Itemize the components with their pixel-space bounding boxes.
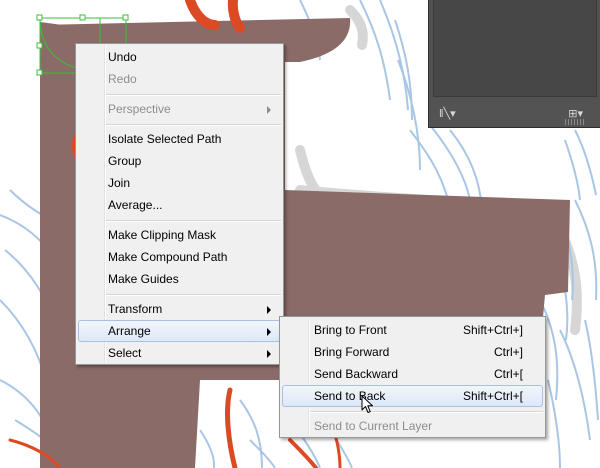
menu-item-transform[interactable]: Transform bbox=[78, 298, 281, 320]
menu-item-average[interactable]: Average... bbox=[78, 194, 281, 216]
submenu-arrow-icon bbox=[267, 350, 271, 358]
menu-item-label: Make Guides bbox=[108, 272, 179, 286]
menu-item-shortcut: Ctrl+[ bbox=[493, 367, 523, 381]
submenu-arrow-icon bbox=[267, 106, 271, 114]
menu-item-send-backward[interactable]: Send Backward Ctrl+[ bbox=[282, 363, 543, 385]
resize-grip[interactable] bbox=[565, 119, 585, 125]
menu-item-label: Make Compound Path bbox=[108, 250, 228, 264]
menu-item-label: Make Clipping Mask bbox=[108, 228, 217, 242]
menu-separator bbox=[310, 411, 543, 413]
menu-item-isolate-selected-path[interactable]: Isolate Selected Path bbox=[78, 128, 281, 150]
menu-separator bbox=[106, 94, 281, 96]
menu-item-label: Arrange bbox=[108, 324, 151, 338]
arrow-cursor-icon bbox=[361, 395, 373, 413]
menu-item-perspective: Perspective bbox=[78, 98, 281, 120]
arrange-submenu: Bring to Front Shift+Ctrl+] Bring Forward… bbox=[279, 316, 546, 438]
library-icon[interactable]: ‖╲▾ bbox=[439, 108, 456, 120]
menu-item-label: Isolate Selected Path bbox=[108, 132, 222, 146]
menu-item-label: Undo bbox=[108, 50, 137, 64]
menu-item-group[interactable]: Group bbox=[78, 150, 281, 172]
panel-content-area bbox=[433, 0, 597, 97]
menu-item-bring-to-front[interactable]: Bring to Front Shift+Ctrl+] bbox=[282, 319, 543, 341]
menu-item-label: Send Backward bbox=[314, 367, 399, 381]
menu-item-label: Average... bbox=[108, 198, 163, 212]
menu-item-label: Send to Current Layer bbox=[314, 419, 433, 433]
menu-item-make-compound-path[interactable]: Make Compound Path bbox=[78, 246, 281, 268]
menu-item-shortcut: Shift+Ctrl+[ bbox=[462, 389, 523, 403]
submenu-arrow-icon bbox=[267, 328, 271, 336]
submenu-arrow-icon bbox=[267, 306, 271, 314]
menu-item-label: Group bbox=[108, 154, 142, 168]
menu-separator bbox=[106, 124, 281, 126]
menu-item-arrange[interactable]: Arrange bbox=[78, 320, 281, 342]
panel-footer: ‖╲▾ ⊞▾ bbox=[429, 101, 600, 127]
menu-item-shortcut: Ctrl+] bbox=[493, 345, 523, 359]
menu-item-label: Select bbox=[108, 346, 142, 360]
menu-item-bring-forward[interactable]: Bring Forward Ctrl+] bbox=[282, 341, 543, 363]
menu-item-label: Transform bbox=[108, 302, 163, 316]
menu-item-label: Redo bbox=[108, 72, 137, 86]
menu-item-label: Bring to Front bbox=[314, 323, 387, 337]
menu-item-select[interactable]: Select bbox=[78, 342, 281, 364]
menu-item-make-clipping-mask[interactable]: Make Clipping Mask bbox=[78, 224, 281, 246]
menu-item-label: Perspective bbox=[108, 102, 171, 116]
menu-item-label: Join bbox=[108, 176, 131, 190]
menu-item-send-to-current-layer: Send to Current Layer bbox=[282, 415, 543, 437]
menu-item-undo[interactable]: Undo bbox=[78, 46, 281, 68]
layers-panel: ‖╲▾ ⊞▾ bbox=[428, 0, 600, 128]
menu-separator bbox=[106, 294, 281, 296]
menu-item-join[interactable]: Join bbox=[78, 172, 281, 194]
menu-item-label: Bring Forward bbox=[314, 345, 390, 359]
context-menu: Undo Redo Perspective Isolate Selected P… bbox=[75, 43, 284, 365]
menu-item-send-to-back[interactable]: Send to Back Shift+Ctrl+[ bbox=[282, 385, 543, 407]
menu-item-make-guides[interactable]: Make Guides bbox=[78, 268, 281, 290]
menu-item-shortcut: Shift+Ctrl+] bbox=[462, 323, 523, 337]
menu-separator bbox=[106, 220, 281, 222]
menu-item-redo: Redo bbox=[78, 68, 281, 90]
